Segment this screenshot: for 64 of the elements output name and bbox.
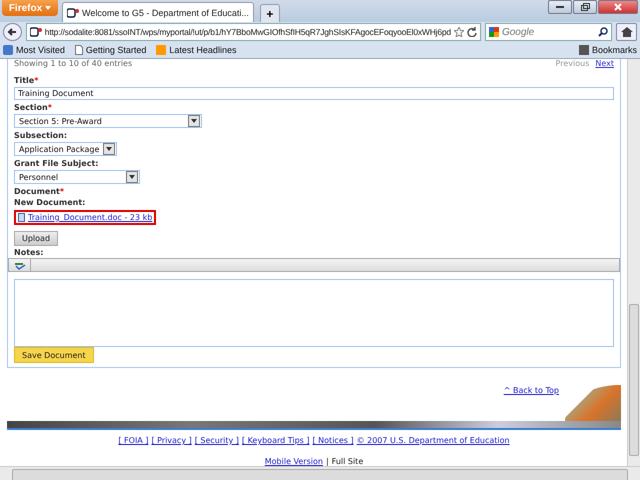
field-label: Section*: [14, 103, 53, 113]
site-icon: [30, 27, 42, 37]
footer-link[interactable]: [ Privacy ]: [151, 436, 192, 445]
home-icon: [620, 27, 633, 37]
full-site-label: Full Site: [332, 457, 364, 466]
back-arrow-icon: [7, 27, 18, 37]
new-tab-button[interactable]: +: [260, 4, 280, 22]
bookmark-item[interactable]: Latest Headlines: [156, 45, 236, 55]
reload-icon[interactable]: [466, 27, 477, 37]
caret-icon: [188, 115, 200, 127]
upload-button[interactable]: Upload: [14, 231, 58, 246]
separator: |: [326, 457, 329, 466]
footer-link[interactable]: [ Security ]: [194, 436, 239, 445]
caret-icon: [45, 6, 52, 10]
back-to-top-link[interactable]: ^ Back to Top: [504, 386, 559, 395]
field-label: Grant File Subject:: [14, 159, 100, 169]
field-label: Subsection:: [14, 131, 68, 141]
file-link[interactable]: Training_Document.doc - 23 kb: [14, 210, 156, 225]
dropdown[interactable]: Personnel: [14, 170, 140, 184]
footer-link[interactable]: [ FOIA ]: [118, 436, 148, 445]
address-bar[interactable]: http://sodalite:8081/ssoINT/wps/myportal/!ut/p/b1/hY7BboMwGIOfhSfIH5qR7JghSIsKFAgocEFoqyooEl0xWHj6pd: [26, 23, 481, 41]
horizontal-scrollbar[interactable]: [0, 466, 640, 480]
text-field[interactable]: Training Document: [14, 87, 614, 100]
next-link[interactable]: Next: [595, 59, 614, 68]
field-label: New Document:: [14, 198, 86, 208]
footer-link[interactable]: [ Notices ]: [312, 436, 354, 445]
dropdown[interactable]: Section 5: Pre-Award: [14, 114, 202, 128]
footer-link[interactable]: © 2007 U.S. Department of Education: [356, 436, 510, 445]
google-icon: [488, 27, 499, 37]
search-icon[interactable]: [598, 27, 608, 37]
restore-button[interactable]: [573, 0, 597, 14]
scroll-thumb[interactable]: [629, 304, 639, 456]
star-icon[interactable]: [454, 27, 464, 37]
browser-tab[interactable]: Welcome to G5 - Department of Educati...: [62, 2, 254, 22]
page-icon: [74, 45, 83, 55]
home-button[interactable]: [616, 23, 637, 41]
back-button[interactable]: [3, 23, 22, 41]
footer-link[interactable]: [ Keyboard Tips ]: [242, 436, 310, 445]
search-field[interactable]: Google: [484, 23, 612, 41]
caret-icon: [103, 143, 116, 155]
bookmarks-menu-button[interactable]: Bookmarks: [578, 45, 637, 55]
feed-icon: [156, 45, 166, 55]
document-icon: [18, 213, 25, 222]
site-icon: [67, 8, 79, 18]
bookmark-item[interactable]: Most Visited: [3, 45, 65, 55]
vertical-scrollbar[interactable]: [627, 59, 640, 466]
mobile-version-link[interactable]: Mobile Version: [264, 457, 323, 466]
restore-icon: [580, 3, 590, 11]
minimize-button[interactable]: [548, 0, 572, 14]
field-label: Notes:: [14, 248, 44, 258]
close-button[interactable]: [598, 0, 638, 14]
scroll-thumb[interactable]: [12, 469, 628, 480]
dropdown[interactable]: Application Package: [14, 142, 118, 156]
save-document-button[interactable]: Save Document: [14, 347, 94, 363]
entries-summary: Showing 1 to 10 of 40 entries: [14, 59, 132, 68]
field-label: Title*: [14, 76, 40, 86]
field-label: Document*: [14, 187, 66, 197]
caret-icon: [126, 171, 138, 183]
bookmarks-icon: [578, 45, 589, 55]
bookmark-item[interactable]: Getting Started: [74, 45, 146, 55]
minimize-icon: [556, 6, 564, 8]
close-icon: [614, 3, 622, 11]
notes-field[interactable]: [14, 279, 614, 347]
bookmark-icon: [3, 45, 13, 55]
